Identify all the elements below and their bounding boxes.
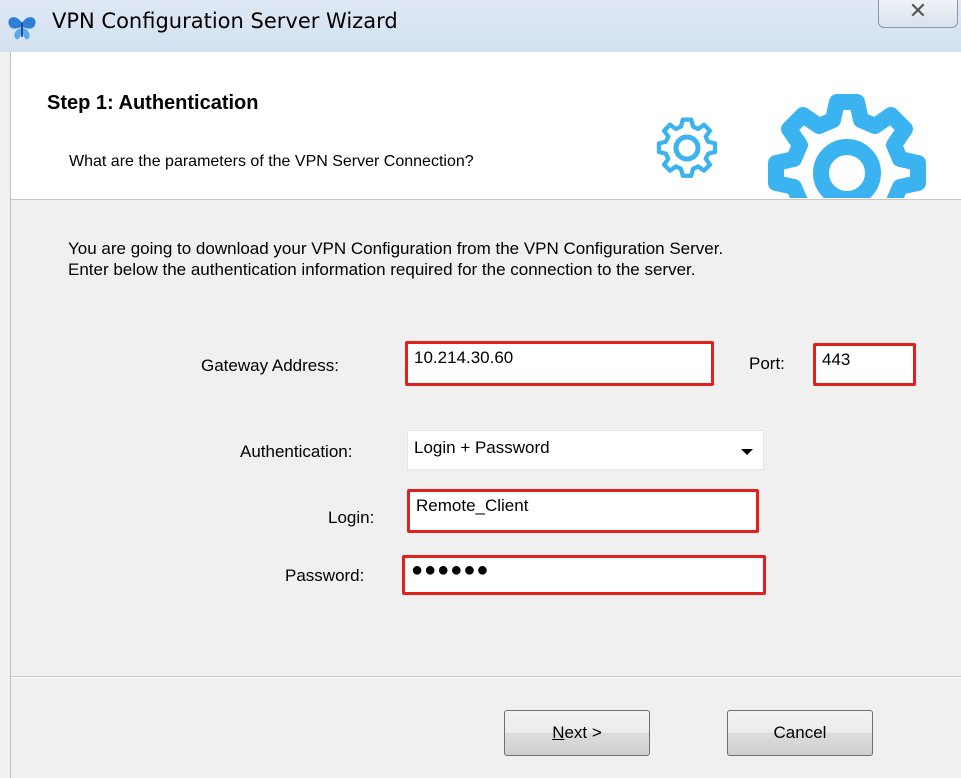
authentication-selected-value: Login + Password [414,438,550,457]
intro-text: You are going to download your VPN Confi… [68,238,928,280]
port-input[interactable]: 443 [813,343,916,386]
wizard-header: Step 1: Authentication What are the para… [11,52,961,200]
dropdown-arrow-icon [741,449,753,455]
port-label: Port: [749,354,785,373]
butterfly-icon [8,17,36,40]
authentication-label: Authentication: [240,442,353,461]
wizard-window: Step 1: Authentication What are the para… [10,52,961,778]
next-mnemonic: N [552,723,565,742]
password-input[interactable]: ●●●●●● [402,555,766,595]
close-x-icon: ✕ [908,0,928,24]
intro-line-2: Enter below the authentication informati… [68,260,696,279]
gateway-address-label: Gateway Address: [201,356,339,375]
cancel-button[interactable]: Cancel [727,710,873,756]
title-bar[interactable]: VPN Configuration Server Wizard ✕ [0,0,961,52]
intro-line-1: You are going to download your VPN Confi… [68,239,724,258]
gears-icon [656,94,926,198]
gateway-address-input[interactable]: 10.214.30.60 [405,341,714,386]
close-button[interactable]: ✕ [878,0,958,28]
step-subtitle: What are the parameters of the VPN Serve… [69,153,474,170]
password-label: Password: [285,566,365,585]
next-label: ext > [564,723,602,742]
footer-divider [11,676,961,678]
window-title: VPN Configuration Server Wizard [52,9,398,33]
password-mask: ●●●●●● [411,559,490,581]
authentication-select[interactable]: Login + Password [407,430,764,470]
login-label: Login: [328,508,375,527]
login-input[interactable]: Remote_Client [407,489,759,533]
step-title: Step 1: Authentication [47,92,259,114]
next-button[interactable]: Next > [504,710,650,756]
